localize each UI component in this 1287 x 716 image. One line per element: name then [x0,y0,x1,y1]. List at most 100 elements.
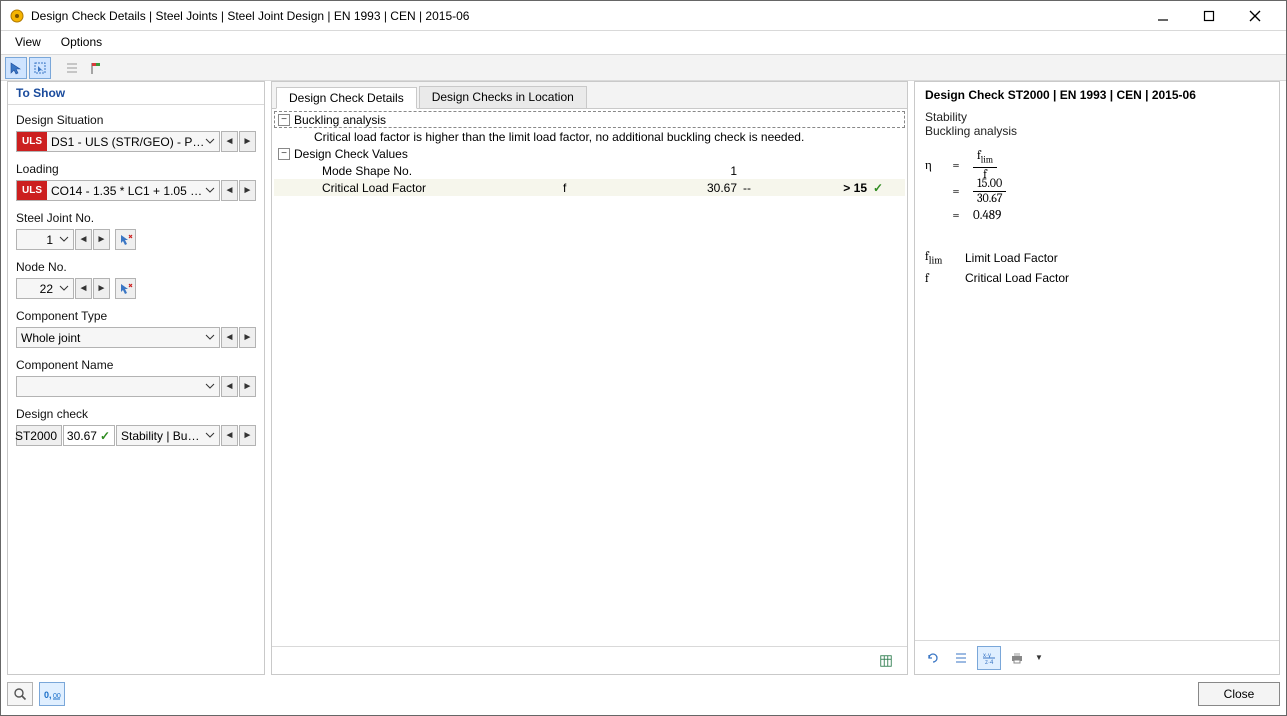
search-icon[interactable] [7,682,33,706]
tab-design-checks-in-location[interactable]: Design Checks in Location [419,86,587,108]
center-panel: Design Check Details Design Checks in Lo… [271,81,908,675]
row-value: 30.67 [653,181,743,195]
flag-tool-icon[interactable] [85,57,107,79]
chevron-down-icon [205,380,215,394]
result-tree[interactable]: − Buckling analysis Critical load factor… [272,109,907,646]
close-dialog-button[interactable]: Close [1198,682,1280,706]
center-tabs: Design Check Details Design Checks in Lo… [272,82,907,109]
loading-label: Loading [16,162,256,176]
row-label: Critical Load Factor [300,181,563,195]
component-name-combo[interactable] [16,376,220,397]
component-type-combo[interactable]: Whole joint [16,327,220,348]
tab-design-check-details[interactable]: Design Check Details [276,87,417,109]
design-check-value: 30.67 ✓ [63,425,115,446]
bottombar: 0,00 Close [7,679,1280,709]
design-check-combo[interactable]: Stability | Buck... [116,425,220,446]
next-button[interactable]: ► [239,376,256,397]
refresh-icon[interactable] [921,646,945,670]
next-button[interactable]: ► [239,131,256,152]
chevron-down-icon [59,233,69,247]
menu-options[interactable]: Options [51,31,112,54]
row-symbol: f [563,181,653,195]
design-check-code[interactable]: ST2000 [16,425,62,446]
tree-node-buckling[interactable]: − Buckling analysis [274,111,905,128]
next-button[interactable]: ► [93,229,110,250]
collapse-icon[interactable]: − [278,114,290,126]
next-button[interactable]: ► [239,180,256,201]
menubar: View Options [1,31,1286,55]
row-limit: > 15 [803,181,873,195]
left-panel-header: To Show [8,82,264,105]
design-check-text: Stability | Buck... [121,429,205,443]
steel-joint-label: Steel Joint No. [16,211,256,225]
titlebar: Design Check Details | Steel Joints | St… [1,1,1286,31]
table-row: Critical Load Factor f 30.67 -- > 15 ✓ [274,179,905,196]
tree-msg: Critical load factor is higher than the … [274,128,905,145]
row-value: 1 [653,164,743,178]
prev-button[interactable]: ◄ [221,180,238,201]
list-view-icon[interactable] [949,646,973,670]
svg-text:0,: 0, [44,690,52,700]
node-no-combo[interactable]: 22 [16,278,74,299]
check-icon: ✓ [873,181,901,195]
next-button[interactable]: ► [93,278,110,299]
row-unit: -- [743,181,803,195]
check-icon: ✓ [100,429,110,443]
design-situation-value: DS1 - ULS (STR/GEO) - Perm... [47,135,205,149]
close-button[interactable] [1232,1,1278,31]
component-type-value: Whole joint [21,331,80,345]
legend-text: Limit Load Factor [965,251,1058,265]
pick-element-icon[interactable] [115,278,136,299]
design-situation-label: Design Situation [16,113,256,127]
export-table-icon[interactable] [875,650,897,672]
uls-tag: ULS [17,132,47,151]
app-icon [9,8,25,24]
component-type-label: Component Type [16,309,256,323]
prev-button[interactable]: ◄ [221,425,238,446]
prev-button[interactable]: ◄ [75,229,92,250]
design-situation-combo[interactable]: ULS DS1 - ULS (STR/GEO) - Perm... [16,131,220,152]
steel-joint-value: 1 [46,233,53,247]
minimize-button[interactable] [1140,1,1186,31]
window-title: Design Check Details | Steel Joints | St… [31,9,1140,23]
right-sub2: Buckling analysis [925,124,1269,138]
toolbar [1,55,1286,81]
legend-text: Critical Load Factor [965,271,1069,285]
chevron-down-icon [205,135,215,149]
prev-button[interactable]: ◄ [221,376,238,397]
right-panel-title: Design Check ST2000 | EN 1993 | CEN | 20… [925,88,1269,102]
node-no-label: Node No. [16,260,256,274]
left-panel: To Show Design Situation ULS DS1 - ULS (… [7,81,265,675]
collapse-icon[interactable]: − [278,148,290,160]
cursor-tool-icon[interactable] [5,57,27,79]
design-check-label: Design check [16,407,256,421]
pick-element-icon[interactable] [115,229,136,250]
select-tool-icon[interactable] [29,57,51,79]
right-sub1: Stability [925,110,1269,124]
menu-view[interactable]: View [5,31,51,54]
node-no-value: 22 [40,282,53,296]
svg-text:z·4: z·4 [985,660,994,666]
maximize-button[interactable] [1186,1,1232,31]
chevron-down-icon [205,429,215,443]
loading-value: CO14 - 1.35 * LC1 + 1.05 * LC... [47,184,205,198]
right-panel: Design Check ST2000 | EN 1993 | CEN | 20… [914,81,1280,675]
prev-button[interactable]: ◄ [221,327,238,348]
prev-button[interactable]: ◄ [75,278,92,299]
right-footer-toolbar: x·yz·4 ▼ [915,640,1279,674]
next-button[interactable]: ► [239,327,256,348]
loading-combo[interactable]: ULS CO14 - 1.35 * LC1 + 1.05 * LC... [16,180,220,201]
table-row: Mode Shape No. 1 [274,162,905,179]
formula-block: η = flim f = 15.00 30.67 [925,156,1269,224]
print-icon[interactable] [1005,646,1029,670]
prev-button[interactable]: ◄ [221,131,238,152]
tree-node-dcv[interactable]: − Design Check Values [274,145,905,162]
row-label: Mode Shape No. [300,164,563,178]
print-dropdown-caret[interactable]: ▼ [1035,653,1043,662]
next-button[interactable]: ► [239,425,256,446]
uls-tag: ULS [17,181,47,200]
list-tool-icon[interactable] [61,57,83,79]
formula-view-icon[interactable]: x·yz·4 [977,646,1001,670]
steel-joint-combo[interactable]: 1 [16,229,74,250]
decimals-icon[interactable]: 0,00 [39,682,65,706]
